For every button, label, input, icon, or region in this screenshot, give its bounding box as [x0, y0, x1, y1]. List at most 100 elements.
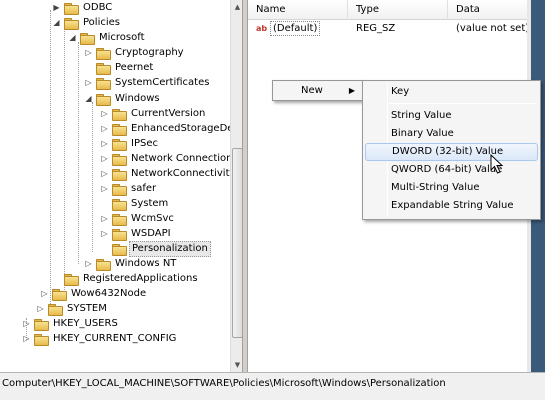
- expand-arrow-icon[interactable]: ▷: [40, 289, 49, 298]
- menu-item-dword-value[interactable]: DWORD (32-bit) Value: [365, 143, 538, 161]
- column-header-type[interactable]: Type: [348, 0, 448, 20]
- expand-arrow-icon[interactable]: ▷: [84, 78, 93, 87]
- tree-guide-line: [92, 102, 93, 252]
- tree-node-label: SystemCertificates: [115, 76, 210, 88]
- tree-node-microsoft[interactable]: ◢ Microsoft: [68, 30, 147, 45]
- folder-icon: [111, 213, 127, 226]
- tree-node-label: SYSTEM: [67, 302, 107, 314]
- tree-node-ipsec[interactable]: ▷ IPSec: [100, 136, 160, 151]
- tree-node-system-hive[interactable]: ▷ SYSTEM: [36, 301, 109, 316]
- tree-node-label: Policies: [83, 16, 120, 28]
- status-bar: Computer\HKEY_LOCAL_MACHINE\SOFTWARE\Pol…: [0, 372, 545, 400]
- tree-node-cryptography[interactable]: ▷ Cryptography: [84, 45, 186, 60]
- folder-icon: [111, 123, 127, 136]
- tree-node-currentversion[interactable]: ▷ CurrentVersion: [100, 106, 207, 121]
- tree-node-label: safer: [131, 182, 157, 194]
- expand-arrow-icon[interactable]: ▷: [100, 154, 109, 163]
- menu-item-string-value[interactable]: String Value: [365, 107, 538, 125]
- tree-node-label: Personalization: [129, 240, 211, 257]
- value-row[interactable]: ab (Default) REG_SZ (value not set): [248, 20, 527, 38]
- tree-node-safer[interactable]: ▷ safer: [100, 181, 158, 196]
- tree-node-registeredapplications[interactable]: RegisteredApplications: [52, 271, 200, 286]
- folder-open-icon: [95, 93, 111, 106]
- expand-arrow-icon[interactable]: ▷: [84, 48, 93, 57]
- tree-node-systemcertificates[interactable]: ▷ SystemCertificates: [84, 75, 211, 90]
- tree-node-windows-nt[interactable]: ▷ Windows NT: [84, 256, 178, 271]
- folder-icon: [111, 198, 127, 211]
- folder-icon: [47, 303, 63, 316]
- tree-node-label: System: [131, 197, 169, 209]
- tree-node-label: CurrentVersion: [131, 107, 206, 119]
- menu-item-expandable-string-value[interactable]: Expandable String Value: [365, 197, 538, 215]
- tree-node-label: Wow6432Node: [71, 287, 147, 299]
- scroll-up-arrow-icon[interactable]: ▲: [231, 0, 242, 14]
- expand-arrow-icon[interactable]: ▷: [36, 304, 45, 313]
- tree-node-label: ODBC: [83, 1, 113, 13]
- expand-arrow-icon[interactable]: ▷: [100, 214, 109, 223]
- expand-arrow-icon[interactable]: ▷: [100, 184, 109, 193]
- expand-arrow-icon[interactable]: ▷: [100, 109, 109, 118]
- tree-node-networkconnectivity[interactable]: ▷ NetworkConnectivitySt: [100, 166, 243, 181]
- expand-arrow-icon[interactable]: ▷: [84, 259, 93, 268]
- folder-icon: [111, 243, 127, 256]
- tree-node-system[interactable]: System: [100, 196, 170, 211]
- tree-node-label: Network Connections: [131, 152, 238, 164]
- menu-separator: [389, 103, 537, 104]
- tree-scroll-thumb[interactable]: [232, 148, 242, 338]
- folder-icon: [63, 2, 79, 15]
- expand-arrow-icon[interactable]: ▶: [52, 3, 61, 12]
- registry-tree: ▶ ODBC ◢ Policies ◢ Microsoft ▷ Cryptography…: [0, 0, 243, 372]
- tree-node-odbc[interactable]: ▶ ODBC: [52, 0, 114, 15]
- tree-node-hkey-current-config[interactable]: ▷ HKEY_CURRENT_CONFIG: [22, 331, 178, 346]
- expand-arrow-icon[interactable]: ▷: [100, 229, 109, 238]
- tree-scrollbar[interactable]: ▲ ▼: [230, 0, 242, 372]
- tree-node-label: Cryptography: [115, 46, 184, 58]
- expand-arrow-icon[interactable]: ▷: [100, 124, 109, 133]
- expand-arrow-icon[interactable]: ▷: [100, 169, 109, 178]
- tree-node-label: NetworkConnectivitySt: [131, 167, 243, 179]
- menu-item-multi-string-value[interactable]: Multi-String Value: [365, 179, 538, 197]
- tree-node-enhancedstorage[interactable]: ▷ EnhancedStorageDevic: [100, 121, 242, 136]
- tree-node-policies[interactable]: ◢ Policies: [52, 15, 122, 30]
- folder-icon: [111, 108, 127, 121]
- menu-item-key[interactable]: Key: [365, 83, 538, 101]
- collapse-arrow-icon[interactable]: ◢: [52, 18, 61, 27]
- menu-item-qword-value[interactable]: QWORD (64-bit) Value: [365, 161, 538, 179]
- tree-node-windows[interactable]: ◢ Windows: [84, 91, 162, 106]
- expand-arrow-icon[interactable]: ▷: [22, 319, 31, 328]
- tree-node-wow6432node[interactable]: ▷ Wow6432Node: [40, 286, 148, 301]
- submenu-arrow-icon: ▶: [348, 86, 355, 95]
- tree-node-wsdapi[interactable]: ▷ WSDAPI: [100, 226, 173, 241]
- scroll-down-arrow-icon[interactable]: ▼: [231, 358, 242, 372]
- tree-node-hkey-users[interactable]: ▷ HKEY_USERS: [22, 316, 120, 331]
- tree-node-peernet[interactable]: Peernet: [84, 60, 155, 75]
- tree-node-wcmsvc[interactable]: ▷ WcmSvc: [100, 211, 176, 226]
- mouse-cursor-icon: [490, 154, 504, 174]
- tree-node-label: Microsoft: [99, 31, 145, 43]
- string-value-icon: ab: [256, 24, 268, 33]
- collapse-arrow-icon[interactable]: ◢: [68, 33, 77, 42]
- tree-node-label: HKEY_USERS: [53, 317, 118, 329]
- tree-guide-line: [50, 10, 51, 310]
- folder-icon: [95, 62, 111, 75]
- column-header-data[interactable]: Data: [448, 0, 527, 20]
- tree-node-label: WSDAPI: [131, 227, 171, 239]
- folder-icon: [95, 258, 111, 271]
- collapse-arrow-icon[interactable]: ◢: [84, 94, 93, 103]
- column-header-name[interactable]: Name: [248, 0, 348, 20]
- tree-node-label: HKEY_CURRENT_CONFIG: [53, 332, 177, 344]
- expand-arrow-icon[interactable]: ▷: [100, 139, 109, 148]
- value-name: (Default): [270, 21, 321, 36]
- folder-icon: [63, 273, 79, 286]
- tree-node-personalization[interactable]: Personalization: [100, 240, 211, 257]
- tree-node-network-connections[interactable]: ▷ Network Connections: [100, 151, 240, 166]
- menu-item-binary-value[interactable]: Binary Value: [365, 125, 538, 143]
- tree-node-label: Windows: [115, 92, 160, 104]
- folder-icon: [51, 288, 67, 301]
- expand-arrow-icon[interactable]: ▷: [22, 334, 31, 343]
- tree-node-label: WcmSvc: [131, 212, 174, 224]
- folder-icon: [111, 153, 127, 166]
- menu-item-new[interactable]: New ▶: [275, 83, 361, 99]
